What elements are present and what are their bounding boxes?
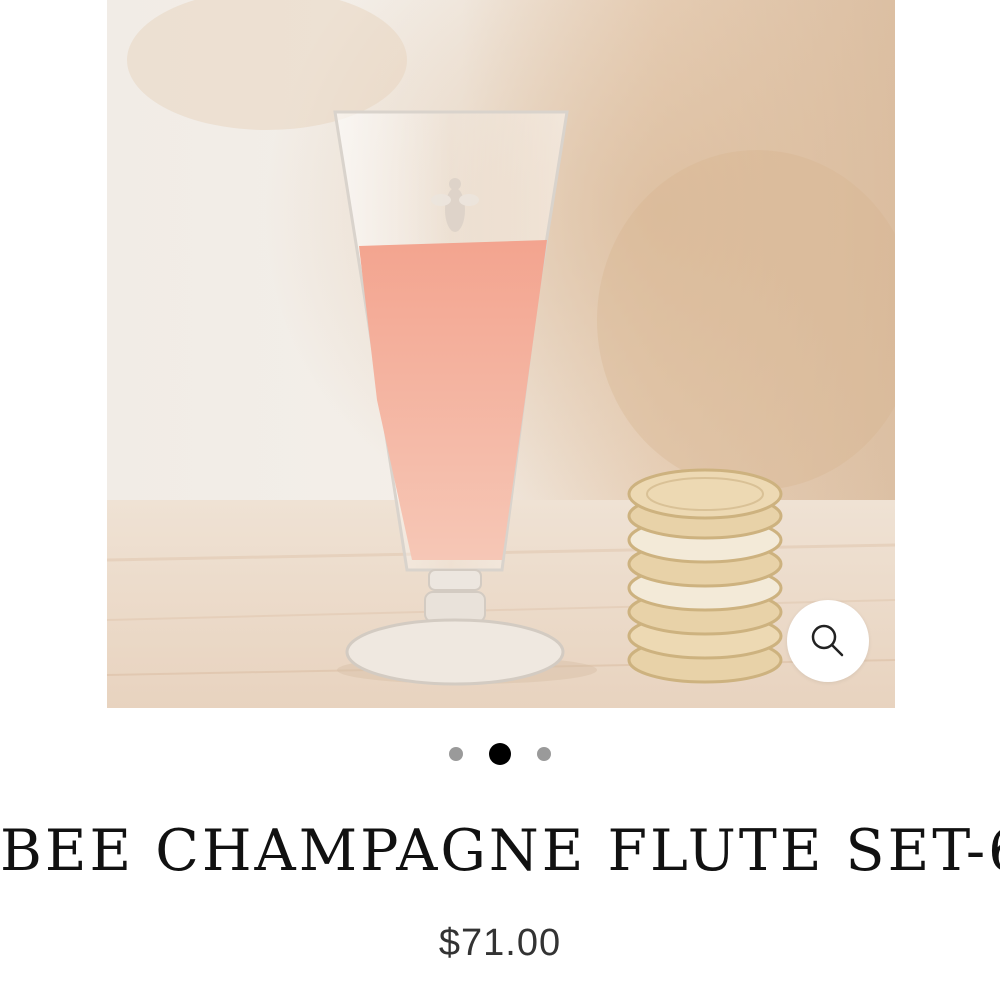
product-image[interactable] — [107, 0, 895, 708]
product-page: BEE CHAMPAGNE FLUTE SET-6 $71.00 — [0, 0, 1000, 1000]
product-title: BEE CHAMPAGNE FLUTE SET-6 — [0, 818, 1000, 884]
product-price: $71.00 — [438, 922, 562, 964]
magnifier-icon — [811, 624, 844, 657]
cookie-stack — [627, 468, 783, 684]
zoom-button[interactable] — [787, 600, 869, 682]
product-photo — [107, 0, 895, 708]
gallery-dot-1[interactable] — [449, 747, 463, 761]
gallery-dot-2[interactable] — [489, 743, 511, 765]
gallery-dot-3[interactable] — [537, 747, 551, 761]
gallery-pagination — [0, 742, 1000, 766]
